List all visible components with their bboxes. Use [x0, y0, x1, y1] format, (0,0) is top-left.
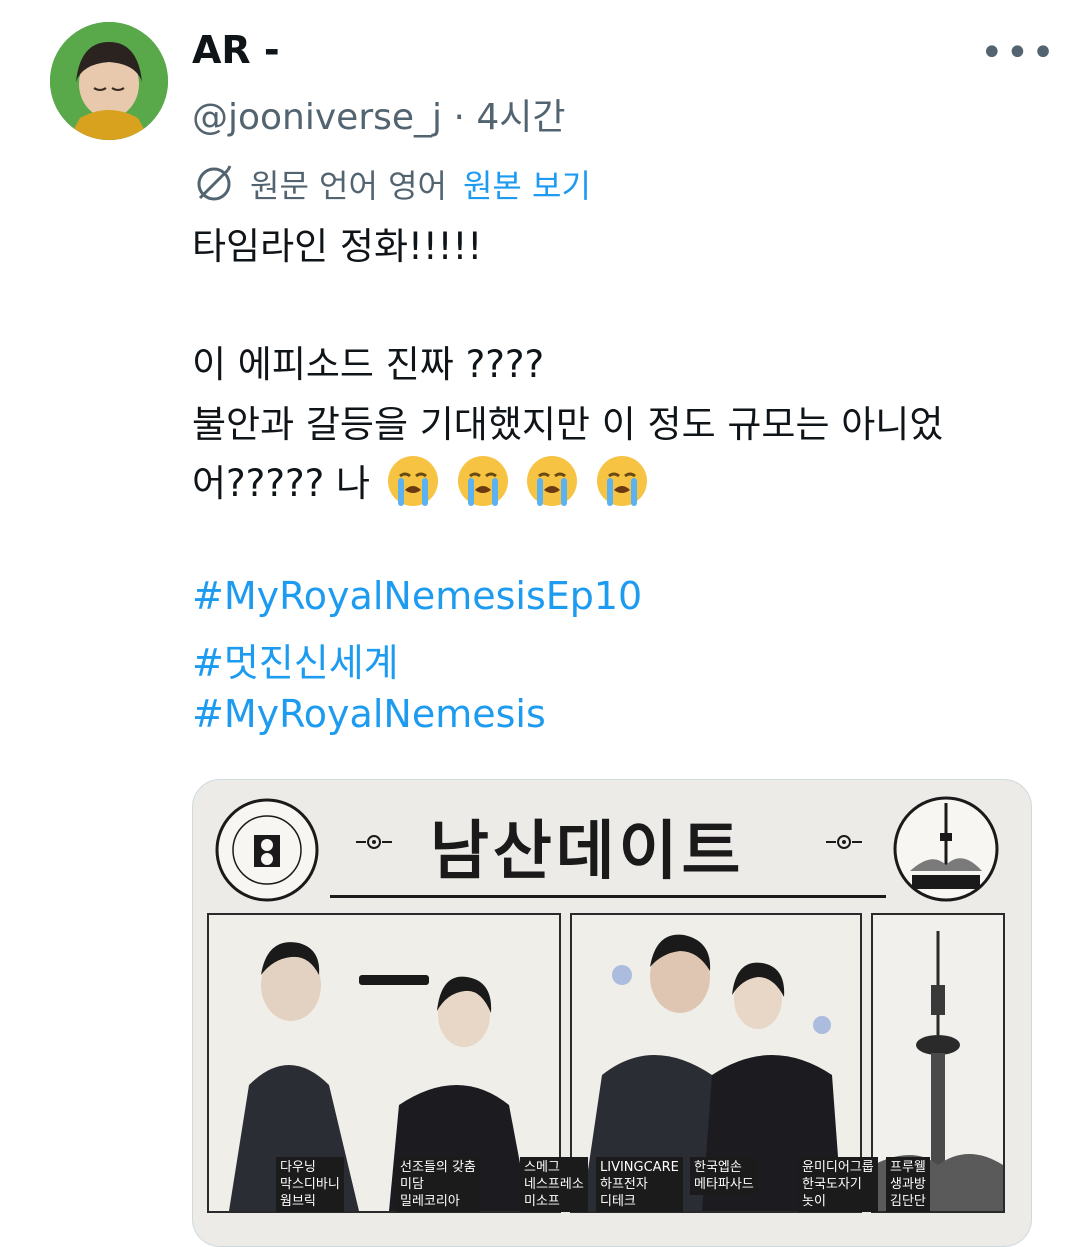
sponsor-credit: 스메그 네스프레소 미소프 — [520, 1157, 588, 1212]
sponsor-credit: 다우닝 막스디바니 웜브릭 — [276, 1157, 344, 1212]
ornament-icon — [826, 835, 862, 849]
post-time[interactable]: 4시간 — [476, 97, 565, 138]
user-handle[interactable]: @jooniverse_j — [192, 97, 442, 138]
crying-face-emoji-icon — [457, 456, 508, 506]
handle-time-line: @jooniverse_j · 4시간 — [192, 88, 566, 140]
photo-panel-left — [207, 913, 561, 1213]
tweet-text-line: 타임라인 정화!!!!! — [192, 225, 483, 268]
sponsor-credit: 윤미디어그룹 한국도자기 놋이 — [798, 1157, 878, 1212]
ornament-icon — [356, 835, 392, 849]
show-original-link[interactable]: 원본 보기 — [463, 161, 591, 207]
avatar[interactable] — [50, 22, 168, 140]
poster-title: 남산데이트 — [430, 815, 745, 889]
sponsor-credit: 프루웰 생과방 김단단 — [886, 1157, 930, 1212]
sponsor-credit: 선조들의 갖춤 미담 밀레코리아 — [396, 1157, 480, 1212]
tweet-text-segment: 어????? 나 — [192, 462, 371, 505]
more-options-button[interactable]: ••• — [980, 30, 1057, 76]
display-name[interactable]: AR - — [192, 28, 280, 72]
tweet-text-line: 불안과 갈등을 기대했지만 이 정도 규모는 아니었 — [192, 403, 944, 446]
tweet-text-line-with-emojis: 어????? 나 — [192, 454, 649, 513]
tweet-text-line: 이 에피소드 진짜 ???? — [192, 343, 545, 386]
sponsor-credit: 한국엡손 메타파사드 — [690, 1157, 758, 1195]
hashtag-link[interactable]: #멋진신세계 — [192, 632, 399, 687]
crying-face-emoji-icon — [387, 456, 438, 506]
separator-dot: · — [453, 97, 477, 138]
vintage-camera-badge-icon — [215, 798, 319, 902]
sponsor-credit: LIVINGCARE 하프전자 디테크 — [596, 1157, 683, 1212]
namsan-tower-badge-icon — [893, 796, 999, 902]
poster-divider — [330, 895, 886, 898]
crying-face-emoji-icon — [597, 456, 648, 506]
couple-gun-photo — [209, 915, 559, 1211]
avatar-image — [50, 22, 168, 140]
crying-face-emoji-icon — [527, 456, 578, 506]
translation-row: 원문 언어 영어 원본 보기 — [192, 162, 591, 206]
hashtag-link[interactable]: #MyRoyalNemesisEp10 — [192, 574, 642, 618]
hashtag-link[interactable]: #MyRoyalNemesis — [192, 692, 546, 736]
original-language-label: 원문 언어 영어 — [250, 167, 447, 205]
translate-globe-icon — [197, 165, 232, 201]
